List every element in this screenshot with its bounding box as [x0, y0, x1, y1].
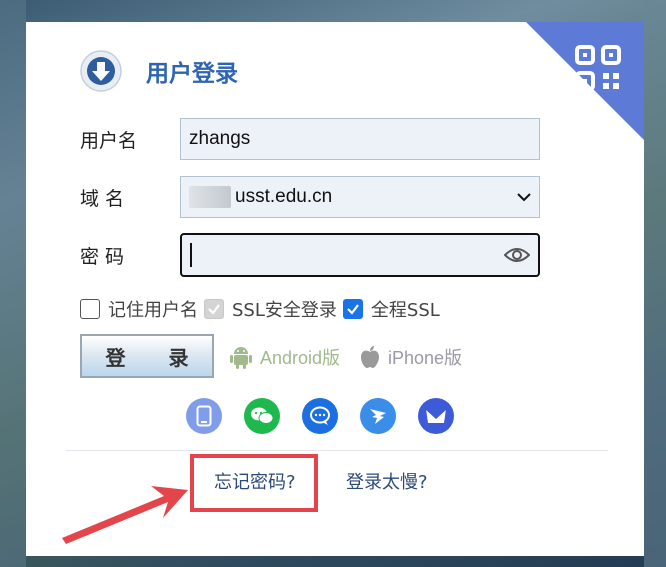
apple-icon: [361, 346, 379, 368]
background-building-right: [644, 0, 666, 567]
remember-username-checkbox[interactable]: [80, 299, 100, 319]
ssl-login-label: SSL安全登录: [232, 300, 337, 321]
login-panel: 用户登录 用户名 zhangs 域 名 usst.edu.cn 密 码 记住用户…: [26, 22, 644, 556]
qq-mail-icon[interactable]: [302, 398, 338, 434]
username-row: 用户名 zhangs: [80, 118, 540, 160]
divider: [66, 450, 608, 451]
login-slow-link[interactable]: 登录太慢?: [346, 468, 428, 494]
password-row: 密 码: [80, 233, 540, 277]
lark-icon[interactable]: [418, 398, 454, 434]
chevron-down-icon: [517, 193, 531, 202]
username-field[interactable]: zhangs: [180, 118, 540, 160]
qr-code-icon[interactable]: [574, 44, 622, 92]
domain-row: 域 名 usst.edu.cn: [80, 176, 540, 218]
check-icon: [347, 304, 359, 315]
check-icon: [208, 304, 220, 315]
password-label: 密 码: [80, 245, 125, 268]
third-party-login-icons: [186, 398, 476, 434]
page-title: 用户登录: [146, 61, 238, 87]
ssl-login-checkbox: [204, 299, 224, 319]
login-button[interactable]: 登 录: [80, 334, 214, 378]
android-app-label: Android版: [260, 348, 341, 368]
domain-label: 域 名: [80, 187, 125, 210]
login-options: 记住用户名 SSL安全登录 全程SSL: [80, 296, 446, 322]
android-icon: [230, 347, 252, 369]
login-header: 用户登录: [80, 50, 238, 92]
full-ssl-checkbox[interactable]: [342, 299, 363, 319]
password-field[interactable]: [180, 233, 540, 277]
eye-icon[interactable]: [504, 246, 530, 264]
wechat-icon[interactable]: [244, 398, 280, 434]
highlight-box: [190, 454, 318, 512]
background-building-left: [0, 0, 26, 567]
username-label: 用户名: [80, 129, 138, 152]
android-app-link[interactable]: Android版: [230, 344, 340, 370]
domain-value: usst.edu.cn: [235, 186, 333, 207]
remember-username-label: 记住用户名: [108, 300, 198, 321]
iphone-app-label: iPhone版: [388, 348, 463, 368]
domain-select[interactable]: usst.edu.cn: [180, 176, 540, 218]
text-caret: [190, 243, 192, 267]
blurred-prefix: [189, 186, 231, 208]
download-arrow-icon: [80, 50, 122, 92]
phone-icon[interactable]: [186, 398, 222, 434]
username-value: zhangs: [189, 128, 251, 149]
dingtalk-icon[interactable]: [360, 398, 396, 434]
iphone-app-link[interactable]: iPhone版: [360, 344, 462, 370]
full-ssl-label: 全程SSL: [370, 300, 440, 321]
